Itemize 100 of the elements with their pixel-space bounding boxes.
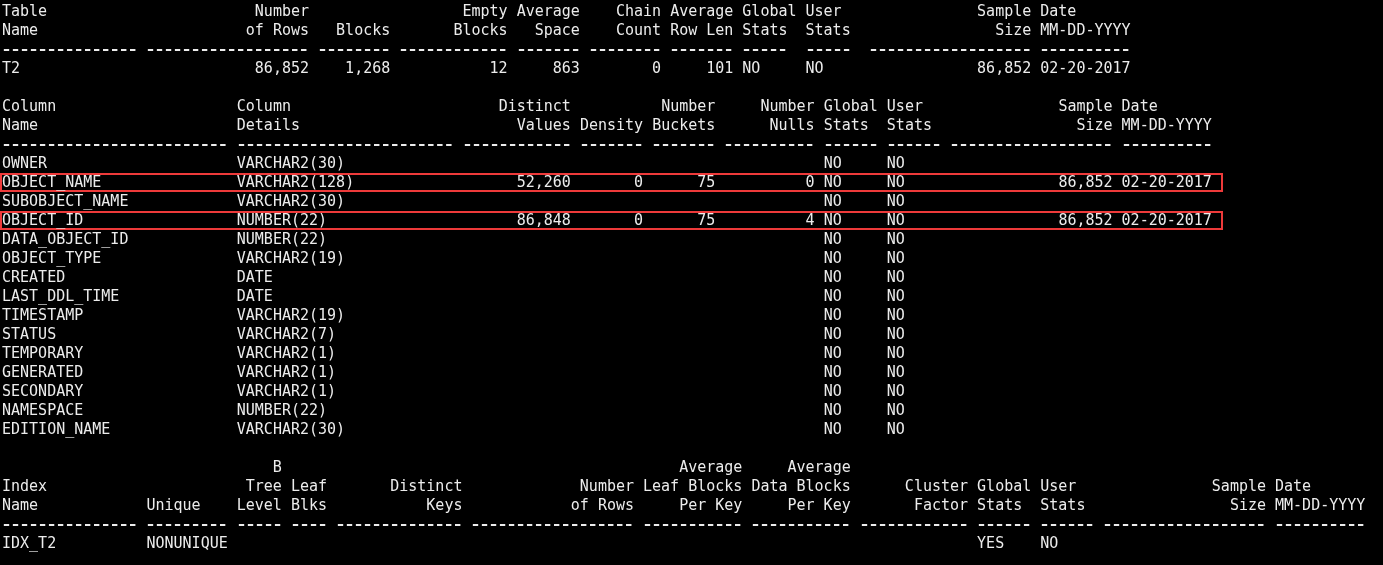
table-cell-text: YES: [977, 536, 1006, 551]
column-heading: Average Data Blocks Per Key: [751, 458, 851, 515]
column-heading: Average Row Len: [670, 2, 734, 40]
table-cell-text: 86,852: [1057, 175, 1113, 190]
column-heading: Distinct Values: [497, 97, 571, 135]
table-cell-text: EDITION_NAME: [2, 422, 112, 437]
table-cell-text: VARCHAR2(30): [236, 422, 347, 437]
table-cell-text: VARCHAR2(1): [236, 384, 338, 399]
table-cell-text: NO: [886, 175, 906, 190]
table-cell-text: NO: [805, 61, 825, 76]
table-cell-text: DATE: [236, 270, 274, 285]
table-cell-text: NO: [823, 232, 843, 247]
table-cell-text: 863: [551, 61, 580, 76]
column-heading: Date MM-DD-YYYY: [1121, 97, 1212, 135]
table-cell-text: VARCHAR2(7): [236, 327, 338, 342]
column-heading: Index Name: [2, 477, 49, 515]
table-cell-text: 86,848: [515, 213, 571, 228]
table-cell-text: NAMESPACE: [2, 403, 85, 418]
table-cell-text: 101: [705, 61, 734, 76]
column-heading: Global Stats: [823, 97, 878, 135]
table-cell-text: NO: [886, 422, 906, 437]
table-cell-text: OBJECT_ID: [2, 213, 85, 228]
table-cell-text: 12: [488, 61, 508, 76]
table-cell-text: NO: [823, 346, 843, 361]
table-cell-text: NO: [886, 403, 906, 418]
table-cell-text: 86,852: [1057, 213, 1113, 228]
table-cell-text: 0: [633, 175, 644, 190]
column-heading: Date MM-DD-YYYY: [1040, 2, 1131, 40]
table-cell-text: NUMBER(22): [236, 232, 329, 247]
table-cell-text: 0: [651, 61, 662, 76]
table-cell-text: TEMPORARY: [2, 346, 85, 361]
table-cell-text: NO: [886, 194, 906, 209]
column-heading: Empty Blocks: [452, 2, 508, 40]
table-cell-text: NO: [886, 346, 906, 361]
column-heading: Sample Size: [1210, 477, 1266, 515]
column-heading: Sample Size: [1057, 97, 1113, 135]
table-cell-text: NO: [886, 327, 906, 342]
table-cell-text: 4: [804, 213, 815, 228]
table-cell-text: 75: [696, 175, 716, 190]
table-cell-text: NO: [823, 175, 843, 190]
column-heading: Average Space: [516, 2, 580, 40]
table-cell-text: NO: [823, 308, 843, 323]
table-cell-text: NO: [886, 365, 906, 380]
table-cell-text: NUMBER(22): [236, 403, 329, 418]
table-cell-text: 86,852: [976, 61, 1032, 76]
column-heading: User Stats: [805, 2, 851, 40]
column-heading: Number Nulls: [759, 97, 815, 135]
table-cell-text: 86,852: [253, 61, 309, 76]
table-cell-text: NO: [823, 156, 843, 171]
column-heading: Global Stats: [977, 477, 1032, 515]
table-cell-text: DATE: [236, 289, 274, 304]
table-cell-text: NO: [886, 232, 906, 247]
column-heading: Distinct Keys: [389, 477, 463, 515]
column-heading: Leaf Blks: [290, 477, 327, 515]
table-cell: 02-20-2017: [1121, 175, 1212, 190]
table-cell-text: 0: [633, 213, 644, 228]
table-cell-text: DATA_OBJECT_ID: [2, 232, 130, 247]
column-heading: Number of Rows: [244, 2, 309, 40]
column-heading: Number Buckets: [652, 97, 716, 135]
column-heading: Table Name: [2, 2, 49, 40]
column-heading: Date MM-DD-YYYY: [1275, 477, 1366, 515]
table-cell-text: OWNER: [2, 156, 49, 171]
table-cell-text: VARCHAR2(30): [236, 194, 347, 209]
table-cell-text: NO: [886, 213, 906, 228]
table-cell-text: NO: [823, 289, 843, 304]
table-cell-text: T2: [2, 61, 22, 76]
table-cell-text: SUBOBJECT_NAME: [2, 194, 130, 209]
table-cell-text: TIMESTAMP: [2, 308, 85, 323]
table-cell-text: NO: [886, 308, 906, 323]
table-cell-text: NO: [823, 251, 843, 266]
table-cell-text: SECONDARY: [2, 384, 85, 399]
table-cell: 02-20-2017: [1121, 213, 1212, 228]
table-cell-text: CREATED: [2, 270, 67, 285]
table-cell-text: STATUS: [2, 327, 58, 342]
table-cell-text: 0: [804, 175, 815, 190]
column-heading: Average Leaf Blocks Per Key: [643, 458, 743, 515]
table-cell-text: GENERATED: [2, 365, 85, 380]
column-heading: User Stats: [1040, 477, 1087, 515]
table-cell-text: OBJECT_TYPE: [2, 251, 103, 266]
table-cell-text: NO: [886, 384, 906, 399]
column-heading: Global Stats: [742, 2, 797, 40]
table-cell-text: VARCHAR2(19): [236, 251, 347, 266]
table-cell: NONUNIQUE: [146, 536, 228, 551]
column-heading: Chain Count: [614, 2, 662, 40]
table-cell-text: NO: [823, 194, 843, 209]
column-heading: Number of Rows: [569, 477, 634, 515]
column-heading: User Stats: [886, 97, 933, 135]
column-heading: Blocks: [335, 21, 391, 40]
table-cell-text: NO: [742, 61, 762, 76]
table-cell-text: NO: [886, 289, 906, 304]
table-cell-text: NO: [886, 156, 906, 171]
table-cell-text: VARCHAR2(1): [236, 346, 338, 361]
table-cell-text: NO: [823, 365, 843, 380]
table-cell-text: NO: [823, 327, 843, 342]
table-cell-text: VARCHAR2(19): [236, 308, 347, 323]
column-heading: Column Details: [236, 97, 301, 135]
column-heading: Sample Size: [976, 2, 1032, 40]
table-cell-text: NO: [823, 422, 843, 437]
table-cell-text: 1,268: [344, 61, 391, 76]
table-cell-text: NO: [886, 270, 906, 285]
